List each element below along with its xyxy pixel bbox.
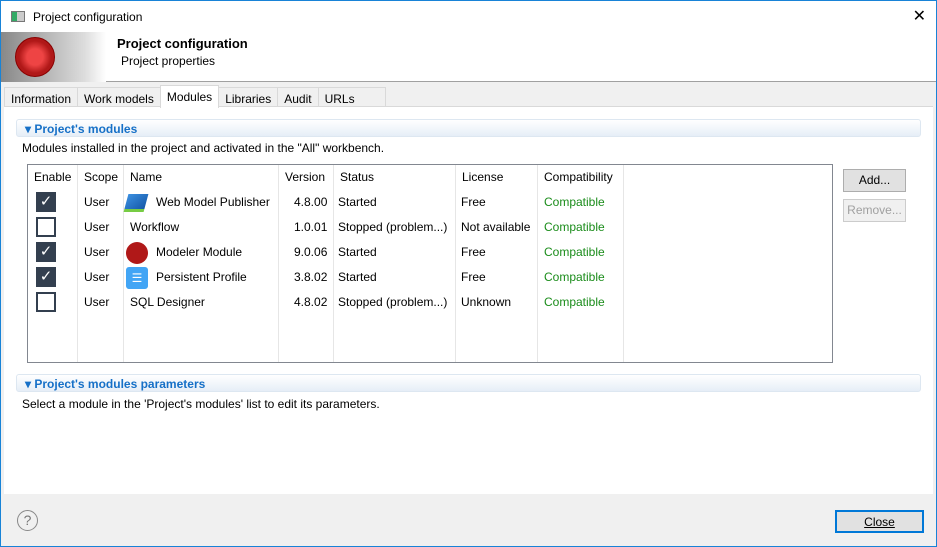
enable-checkbox[interactable] (36, 292, 56, 312)
tab-libraries[interactable]: Libraries (218, 87, 279, 108)
title-bar: Project configuration ✕ (1, 1, 936, 32)
license-cell: Free (461, 195, 486, 209)
compatibility-cell: Compatible (544, 220, 605, 234)
enable-checkbox[interactable] (36, 217, 56, 237)
app-icon (11, 11, 25, 22)
dialog-window: Project configuration ✕ Project configur… (0, 0, 937, 547)
header-enable[interactable]: Enable (34, 165, 71, 190)
license-cell: Free (461, 245, 486, 259)
header-scope[interactable]: Scope (84, 165, 118, 190)
header-license[interactable]: License (462, 165, 503, 190)
scope-cell: User (84, 245, 110, 259)
compatibility-cell: Compatible (544, 295, 605, 309)
status-cell: Stopped (problem...) (338, 220, 448, 234)
modules-description: Modules installed in the project and act… (22, 141, 385, 155)
close-window-icon[interactable]: ✕ (913, 6, 926, 26)
help-icon[interactable]: ? (17, 510, 38, 531)
name-cell: Persistent Profile (156, 270, 247, 284)
compatibility-cell: Compatible (544, 270, 605, 284)
window-title: Project configuration (33, 9, 143, 24)
parameters-section-header[interactable]: Project's modules parameters (16, 374, 921, 392)
modules-section-header[interactable]: Project's modules (16, 119, 921, 137)
name-cell: SQL Designer (130, 295, 205, 309)
compatibility-cell: Compatible (544, 245, 605, 259)
name-cell: Modeler Module (156, 245, 243, 259)
tab-bar: Information Work models Modules Libraries Au… (4, 85, 386, 108)
close-button[interactable]: Close (835, 510, 924, 533)
enable-checkbox[interactable]: ✓ (36, 242, 56, 262)
parameters-description: Select a module in the 'Project's module… (22, 397, 380, 411)
table-row[interactable]: ✓ User Modeler Module 9.0.06 Started Free Comp… (28, 240, 832, 265)
version-cell: 4.8.02 (294, 295, 328, 309)
status-cell: Started (338, 270, 377, 284)
scope-cell: User (84, 295, 110, 309)
dialog-header: Project configuration Project properties (1, 32, 936, 82)
version-cell: 1.0.01 (294, 220, 328, 234)
tab-audit[interactable]: Audit (277, 87, 319, 108)
header-status[interactable]: Status (340, 165, 374, 190)
version-cell: 9.0.06 (294, 245, 328, 259)
logo (1, 32, 106, 82)
table-row[interactable]: ✓ User ☰ Persistent Profile 3.8.02 Started Fre… (28, 265, 832, 290)
status-cell: Stopped (problem...) (338, 295, 448, 309)
table-row[interactable]: ✓ User Web Model Publisher 4.8.00 Started Fre… (28, 190, 832, 215)
profile-icon: ☰ (126, 265, 148, 290)
scope-cell: User (84, 220, 110, 234)
status-cell: Started (338, 245, 377, 259)
enable-checkbox[interactable]: ✓ (36, 267, 56, 287)
header-compatibility[interactable]: Compatibility (544, 165, 613, 190)
modeler-logo-icon (126, 240, 148, 265)
tab-work-models[interactable]: Work models (77, 87, 161, 108)
tab-modules[interactable]: Modules (159, 85, 220, 108)
scope-cell: User (84, 195, 110, 209)
add-button[interactable]: Add... (843, 169, 906, 192)
table-row[interactable]: User Workflow 1.0.01 Stopped (problem...) No… (28, 215, 832, 240)
modules-table: Enable Scope Name Version Status License Compa… (27, 164, 833, 363)
enable-checkbox[interactable]: ✓ (36, 192, 56, 212)
header-name[interactable]: Name (130, 165, 162, 190)
remove-button[interactable]: Remove... (843, 199, 906, 222)
table-row[interactable]: User SQL Designer 4.8.02 Stopped (problem..… (28, 290, 832, 315)
version-cell: 3.8.02 (294, 270, 328, 284)
name-cell: Web Model Publisher (156, 195, 270, 209)
header-version[interactable]: Version (285, 165, 325, 190)
tab-information[interactable]: Information (4, 87, 79, 108)
status-cell: Started (338, 195, 377, 209)
scope-cell: User (84, 270, 110, 284)
license-cell: Unknown (461, 295, 512, 309)
license-cell: Free (461, 270, 486, 284)
header-title: Project configuration (117, 36, 248, 51)
name-cell: Workflow (130, 220, 180, 234)
license-cell: Not available (461, 220, 531, 234)
version-cell: 4.8.00 (294, 195, 328, 209)
header-subtitle: Project properties (121, 54, 216, 68)
compatibility-cell: Compatible (544, 195, 605, 209)
tab-urls[interactable]: URLs (317, 87, 386, 108)
book-icon (123, 190, 149, 215)
modules-page: Project's modules Modules installed in t… (4, 106, 933, 494)
